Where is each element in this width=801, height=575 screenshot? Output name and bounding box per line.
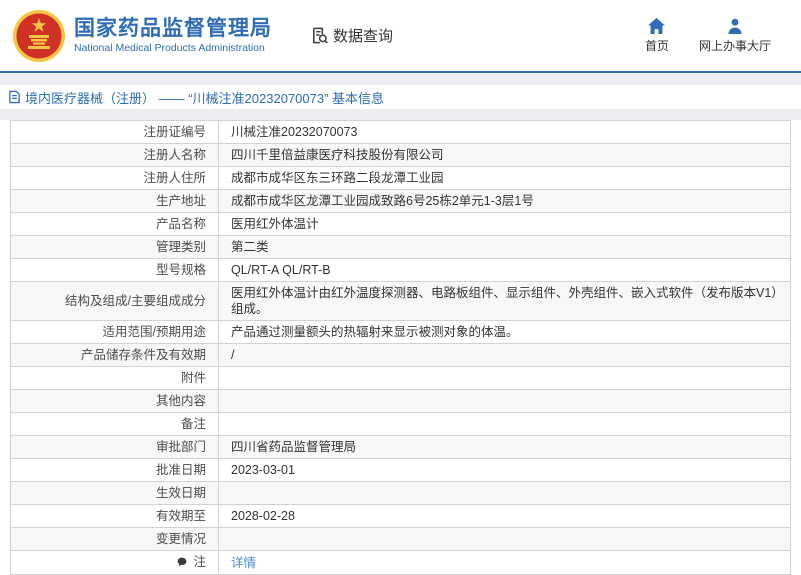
table-row: 产品储存条件及有效期 / [10, 343, 791, 367]
nav-item-home[interactable]: 首页 [644, 17, 669, 54]
table-row: 其他内容 [10, 389, 791, 413]
row-label: 审批部门 [155, 440, 206, 454]
table-row: 注 详情 [10, 550, 791, 575]
row-value: / [231, 348, 235, 362]
table-row: 结构及组成/主要组成成分 医用红外体温计由红外温度探测器、电路板组件、显示组件、… [10, 281, 791, 321]
info-table: 注册证编号 川械注准20232070073 注册人名称 四川千里倍益康医疗科技股… [10, 120, 791, 575]
table-row: 备注 [10, 412, 791, 436]
row-value: QL/RT-A QL/RT-B [231, 263, 331, 277]
row-value: 成都市成华区龙潭工业园成致路6号25栋2单元1-3层1号 [231, 194, 534, 208]
table-row: 注册人名称 四川千里倍益康医疗科技股份有限公司 [10, 143, 791, 167]
table-row: 注册证编号 川械注准20232070073 [10, 120, 791, 144]
row-label: 产品储存条件及有效期 [80, 348, 206, 362]
table-row: 生效日期 [10, 481, 791, 505]
row-value: 成都市成华区东三环路二段龙潭工业园 [231, 171, 444, 185]
row-label: 生效日期 [155, 486, 206, 500]
row-label: 备注 [180, 417, 206, 431]
person-icon [728, 18, 742, 34]
agency-title-block: 国家药品监督管理局 National Medical Products Admi… [74, 17, 272, 55]
row-value: 川械注准20232070073 [231, 125, 358, 139]
row-value: 四川省药品监督管理局 [231, 440, 357, 454]
table-row: 型号规格 QL/RT-A QL/RT-B [10, 258, 791, 282]
row-label: 注 [193, 555, 206, 569]
nav-label-service-hall: 网上办事大厅 [698, 38, 771, 53]
row-label: 附件 [180, 371, 206, 385]
agency-name-en: National Medical Products Administration [74, 41, 265, 54]
agency-name-zh: 国家药品监督管理局 [74, 16, 272, 40]
row-label: 生产地址 [155, 194, 206, 208]
note-icon [177, 555, 187, 571]
row-label: 注册人名称 [143, 148, 206, 162]
row-label: 变更情况 [155, 532, 206, 546]
home-icon [648, 17, 666, 34]
nav-item-service-hall[interactable]: 网上办事大厅 [699, 18, 771, 54]
row-value: 医用红外体温计 [231, 217, 319, 231]
row-label: 型号规格 [155, 263, 206, 277]
row-value: 四川千里倍益康医疗科技股份有限公司 [231, 148, 444, 162]
page-header: 国家药品监督管理局 National Medical Products Admi… [0, 0, 801, 73]
row-label: 批准日期 [155, 463, 206, 477]
row-label: 适用范围/预期用途 [102, 325, 206, 339]
row-label: 产品名称 [155, 217, 206, 231]
nav-label-home: 首页 [644, 38, 669, 53]
row-value: 2028-02-28 [231, 509, 295, 523]
table-row: 适用范围/预期用途 产品通过测量额头的热辐射来显示被测对象的体温。 [10, 320, 791, 344]
data-query-label: 数据查询 [333, 28, 394, 45]
table-row: 产品名称 医用红外体温计 [10, 212, 791, 236]
row-value: 产品通过测量额头的热辐射来显示被测对象的体温。 [231, 325, 519, 339]
row-value: 2023-03-01 [231, 463, 295, 477]
row-value: 医用红外体温计由红外温度探测器、电路板组件、显示组件、外壳组件、嵌入式软件（发布… [231, 286, 778, 316]
row-label: 有效期至 [155, 509, 206, 523]
table-row: 注册人住所 成都市成华区东三环路二段龙潭工业园 [10, 166, 791, 190]
spacer-band [0, 73, 801, 85]
row-label: 注册人住所 [143, 171, 206, 185]
table-row: 批准日期 2023-03-01 [10, 458, 791, 482]
row-label: 结构及组成/主要组成成分 [65, 294, 206, 308]
table-row: 管理类别 第二类 [10, 235, 791, 259]
info-table-body: 注册证编号 川械注准20232070073 注册人名称 四川千里倍益康医疗科技股… [10, 120, 791, 575]
top-nav: 首页 网上办事大厅 [644, 17, 771, 54]
breadcrumb-text: 境内医疗器械（注册） —— “川械注准20232070073” 基本信息 [25, 90, 385, 106]
search-document-icon [313, 27, 328, 44]
spacer-band [0, 109, 801, 120]
table-row: 变更情况 [10, 527, 791, 551]
data-query-title: 数据查询 [310, 25, 393, 46]
table-row: 审批部门 四川省药品监督管理局 [10, 435, 791, 459]
breadcrumb: 境内医疗器械（注册） —— “川械注准20232070073” 基本信息 [0, 85, 801, 109]
document-icon [9, 90, 20, 104]
table-row: 有效期至 2028-02-28 [10, 504, 791, 528]
national-emblem-logo [13, 9, 65, 62]
row-value: 第二类 [231, 240, 269, 254]
table-row: 生产地址 成都市成华区龙潭工业园成致路6号25栋2单元1-3层1号 [10, 189, 791, 213]
row-label: 注册证编号 [143, 125, 206, 139]
row-label: 管理类别 [155, 240, 206, 254]
details-link[interactable]: 详情 [231, 556, 256, 570]
table-container: 注册证编号 川械注准20232070073 注册人名称 四川千里倍益康医疗科技股… [0, 120, 801, 575]
table-row: 附件 [10, 366, 791, 390]
row-label: 其他内容 [155, 394, 206, 408]
